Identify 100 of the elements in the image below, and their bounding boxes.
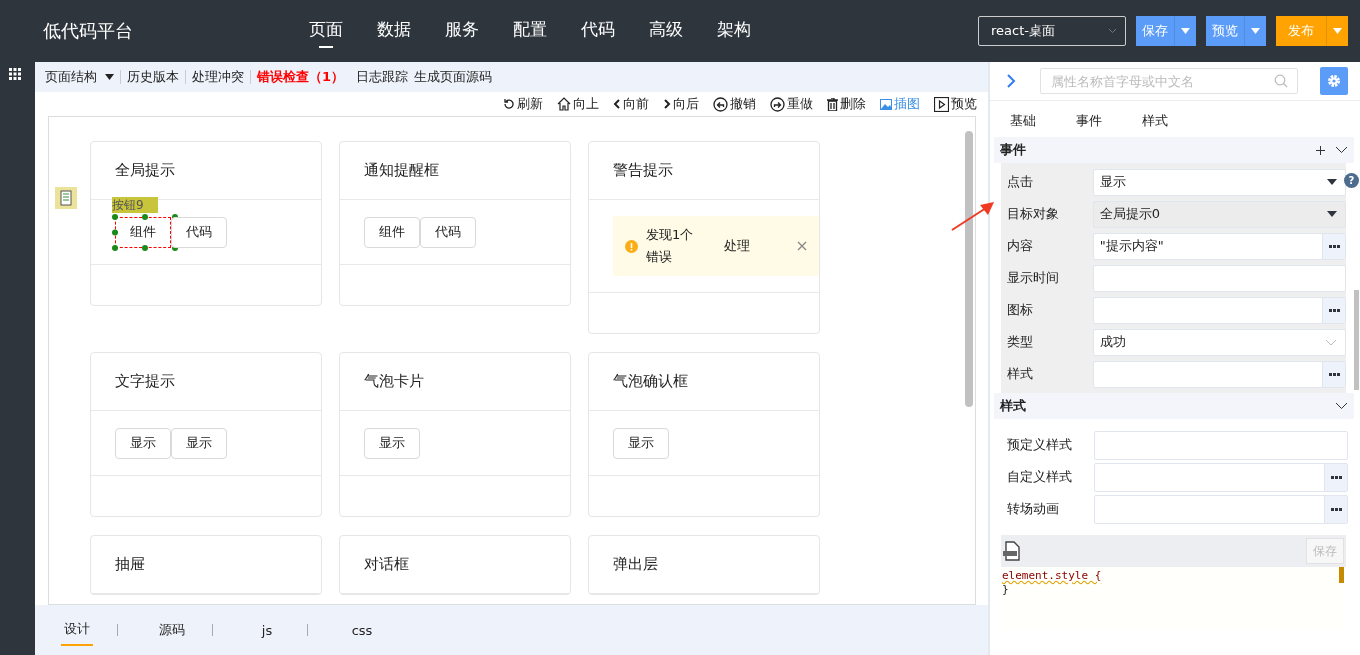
toolbar-link[interactable]: 处理冲突	[192, 68, 244, 86]
selection-tag[interactable]: 按钮9	[112, 196, 158, 213]
nav-tab[interactable]: 服务	[445, 14, 479, 48]
caret-down-icon	[1327, 211, 1337, 217]
toolbar-action[interactable]: 向上	[557, 95, 599, 113]
section-title: 样式	[1000, 397, 1027, 415]
toolbar-action[interactable]: 重做	[770, 95, 813, 113]
editor-tab[interactable]: 设计	[61, 614, 93, 646]
demo-button[interactable]: 显示	[171, 427, 227, 459]
property-field[interactable]	[1094, 494, 1348, 524]
grid-icon[interactable]	[9, 68, 21, 80]
property-field[interactable]	[1094, 430, 1348, 460]
property-label: 目标对象	[1006, 205, 1060, 223]
property-field[interactable]	[1092, 360, 1346, 388]
css-file-icon	[1003, 541, 1021, 561]
panel-tab[interactable]: 事件	[1076, 112, 1102, 137]
property-field[interactable]: "提示内容"	[1092, 232, 1346, 260]
property-field[interactable]: 显示	[1092, 168, 1346, 196]
help-button[interactable]: ?	[1344, 173, 1359, 188]
property-field[interactable]: 成功	[1092, 328, 1346, 356]
environment-select[interactable]: react-桌面	[978, 16, 1126, 46]
scrollbar-thumb[interactable]	[965, 131, 973, 407]
demo-button[interactable]: 代码	[420, 216, 476, 248]
trash-icon	[827, 97, 838, 111]
nav-tab[interactable]: 数据	[377, 14, 411, 48]
toolbar-action[interactable]: 插图	[880, 95, 920, 113]
undo-icon	[713, 96, 728, 112]
panel-tab[interactable]: 样式	[1142, 112, 1168, 137]
property-field[interactable]: 全局提示0	[1092, 200, 1346, 228]
toolbar-link[interactable]: 生成页面源码	[414, 68, 493, 86]
property-label: 图标	[1006, 301, 1034, 319]
toolbar-action[interactable]: 向前	[613, 95, 649, 113]
card-title: 气泡确认框	[589, 353, 819, 411]
demo-button[interactable]: 组件	[115, 216, 171, 248]
search-field[interactable]: 属性名称首字母或中文名	[1040, 68, 1298, 94]
property-label: 预定义样式	[1006, 436, 1073, 454]
card-title: 通知提醒框	[340, 142, 570, 200]
dropdown-toggle[interactable]	[1326, 16, 1348, 46]
property-label: 样式	[1006, 365, 1034, 383]
chevron-down-icon[interactable]	[1335, 146, 1348, 154]
toolbar-action[interactable]: 删除	[827, 95, 866, 113]
scrollbar-thumb[interactable]	[1354, 290, 1359, 390]
caret-down-icon	[1181, 28, 1190, 34]
ellipsis-icon	[1328, 244, 1340, 248]
more-button[interactable]	[1322, 233, 1345, 259]
demo-button[interactable]: 组件	[364, 216, 420, 248]
editor-tab[interactable]: css	[346, 616, 378, 644]
section-header[interactable]: 样式	[994, 393, 1354, 419]
more-button[interactable]	[1322, 361, 1345, 387]
toolbar-action[interactable]: 刷新	[503, 95, 543, 113]
app-logo: 低代码平台	[43, 19, 134, 43]
toolbar-link[interactable]: 错误检查（1）	[257, 68, 345, 86]
plus-icon[interactable]	[1316, 145, 1325, 155]
more-button[interactable]	[1324, 495, 1347, 523]
alert-message: 发现1个错误	[646, 226, 695, 266]
nav-tab[interactable]: 代码	[581, 14, 615, 48]
chevron-down-icon[interactable]	[1335, 402, 1348, 410]
property-label: 点击	[1006, 173, 1034, 191]
more-button[interactable]	[1322, 297, 1345, 323]
demo-button[interactable]: 代码	[171, 216, 227, 248]
property-field[interactable]	[1092, 264, 1346, 292]
code-editor[interactable]: element.style { }	[1001, 567, 1346, 629]
ellipsis-icon	[1328, 308, 1340, 312]
editor-tab[interactable]: js	[251, 616, 283, 644]
card-title: 抽屉	[91, 536, 321, 594]
demo-button[interactable]: 显示	[364, 427, 420, 459]
component-tree-icon[interactable]	[55, 187, 77, 209]
nav-tab[interactable]: 配置	[513, 14, 547, 48]
panel-tab[interactable]: 基础	[1010, 112, 1036, 137]
caret-down-icon	[1251, 28, 1260, 34]
settings-button[interactable]	[1320, 67, 1348, 95]
toolbar-link[interactable]: 历史版本	[127, 68, 179, 86]
editor-tab[interactable]: 源码	[156, 615, 188, 645]
property-label: 自定义样式	[1006, 468, 1073, 486]
demo-button[interactable]: 显示	[115, 427, 171, 459]
nav-tab[interactable]: 架构	[717, 14, 751, 48]
toolbar-action[interactable]: 预览	[934, 95, 977, 113]
chevron-down-icon	[1325, 338, 1337, 346]
alert-action-link[interactable]: 处理	[724, 237, 789, 255]
property-field[interactable]	[1094, 462, 1348, 492]
refresh-icon	[503, 98, 515, 110]
toolbar-link[interactable]: 页面结构	[45, 68, 114, 86]
play-icon	[934, 96, 949, 112]
chevron-down-icon	[1108, 28, 1117, 34]
demo-button[interactable]: 显示	[613, 427, 669, 459]
chevron-right-icon[interactable]	[1006, 73, 1016, 89]
dropdown-toggle[interactable]	[1174, 16, 1196, 46]
toolbar-action[interactable]: 向后	[663, 95, 699, 113]
more-button[interactable]	[1324, 463, 1347, 491]
property-field[interactable]	[1092, 296, 1346, 324]
toolbar-action[interactable]: 撤销	[713, 95, 756, 113]
toolbar-link[interactable]: 日志跟踪	[356, 68, 409, 86]
section-header[interactable]: 事件	[994, 137, 1354, 163]
image-icon	[880, 98, 892, 110]
section-title: 事件	[1000, 141, 1027, 159]
annotation-arrow	[950, 200, 996, 232]
nav-tab[interactable]: 高级	[649, 14, 683, 48]
dropdown-toggle[interactable]	[1244, 16, 1266, 46]
card-title: 警告提示	[589, 142, 819, 200]
close-icon[interactable]	[797, 241, 807, 251]
